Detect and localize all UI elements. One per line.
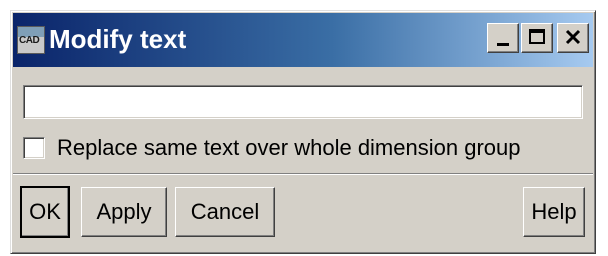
title-bar[interactable]: CAD Modify text: [13, 13, 593, 67]
window-title: Modify text: [49, 24, 187, 54]
app-icon[interactable]: CAD: [17, 26, 45, 54]
modify-text-dialog: CAD Modify text Replace same text over w…: [10, 10, 596, 254]
replace-checkbox-label[interactable]: Replace same text over whole dimension g…: [57, 135, 520, 161]
maximize-button[interactable]: [521, 23, 553, 53]
app-icon-text: CAD: [19, 35, 40, 46]
button-separator: [13, 173, 593, 175]
text-input[interactable]: [23, 85, 583, 119]
maximize-icon: [529, 29, 545, 44]
close-icon: [565, 29, 581, 45]
close-button[interactable]: [557, 23, 589, 53]
minimize-button[interactable]: [487, 23, 519, 53]
apply-button[interactable]: Apply: [81, 187, 167, 237]
minimize-icon: [497, 43, 509, 46]
help-button[interactable]: Help: [523, 187, 585, 237]
replace-option-row[interactable]: Replace same text over whole dimension g…: [23, 133, 520, 163]
cancel-button[interactable]: Cancel: [175, 187, 275, 237]
ok-button[interactable]: OK: [20, 186, 70, 238]
replace-checkbox[interactable]: [23, 137, 45, 159]
